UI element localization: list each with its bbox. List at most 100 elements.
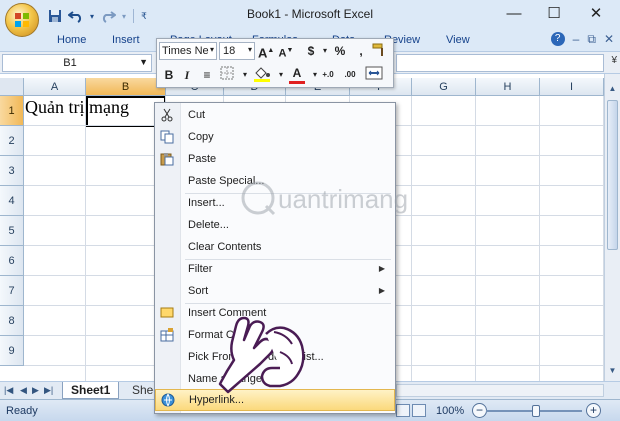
tab-insert[interactable]: Insert bbox=[112, 34, 140, 46]
menu-item-clear-contents[interactable]: Clear Contents bbox=[155, 237, 395, 259]
minimize-button[interactable]: — bbox=[496, 2, 532, 26]
ribbon-right-controls: ? – ⧉ ✕ bbox=[550, 32, 614, 47]
next-sheet-icon[interactable]: ▶ bbox=[32, 385, 39, 396]
vertical-scrollbar[interactable]: ▲ ▼ bbox=[604, 74, 620, 381]
customize-qat-icon[interactable]: ₹ bbox=[139, 7, 149, 25]
redo-icon[interactable] bbox=[99, 7, 117, 25]
center-align-icon[interactable]: ≡ bbox=[199, 66, 215, 84]
redo-dropdown-icon[interactable]: ▾ bbox=[120, 7, 128, 25]
ribbon-restore-icon[interactable]: ⧉ bbox=[587, 32, 596, 47]
normal-view-button[interactable] bbox=[396, 404, 410, 417]
undo-dropdown-icon[interactable]: ▾ bbox=[88, 7, 96, 25]
comma-style-button[interactable]: , bbox=[353, 42, 369, 60]
maximize-button[interactable]: ☐ bbox=[536, 2, 572, 26]
zoom-level[interactable]: 100% bbox=[436, 405, 464, 417]
tab-view[interactable]: View bbox=[446, 34, 470, 46]
borders-dropdown-icon[interactable]: ▾ bbox=[237, 66, 253, 84]
menu-item-label: Cut bbox=[188, 109, 206, 121]
row-header-7[interactable]: 7 bbox=[0, 276, 24, 306]
menu-item-cut[interactable]: Cut bbox=[155, 105, 395, 127]
sheet-tab-sheet1[interactable]: Sheet1 bbox=[62, 382, 120, 399]
increase-decimal-button[interactable]: +.0 bbox=[320, 66, 336, 84]
menu-item-label: Insert... bbox=[188, 197, 225, 209]
row-header-9[interactable]: 9 bbox=[0, 336, 24, 366]
menu-item-label: Filter bbox=[188, 263, 213, 275]
row-header-2[interactable]: 2 bbox=[0, 126, 24, 156]
status-ready: Ready bbox=[6, 405, 38, 417]
horizontal-scrollbar[interactable] bbox=[396, 384, 604, 397]
zoom-in-button[interactable]: + bbox=[586, 403, 601, 418]
accounting-dropdown-icon[interactable]: ▾ bbox=[317, 42, 333, 60]
vertical-scroll-thumb[interactable] bbox=[607, 100, 618, 250]
format-painter-icon[interactable] bbox=[371, 42, 387, 60]
decrease-decimal-button[interactable]: .00 bbox=[342, 66, 358, 84]
fill-color-dropdown-icon[interactable]: ▾ bbox=[273, 66, 289, 84]
scroll-down-icon[interactable]: ▼ bbox=[607, 366, 618, 378]
ribbon-close-icon[interactable]: ✕ bbox=[604, 32, 614, 47]
menu-item-insert[interactable]: Insert... bbox=[155, 193, 395, 215]
row-header-5[interactable]: 5 bbox=[0, 216, 24, 246]
italic-button[interactable]: I bbox=[179, 66, 195, 84]
font-dropdown-icon[interactable]: ▾ bbox=[210, 45, 214, 54]
font-color-icon[interactable]: A bbox=[289, 66, 305, 84]
bold-button[interactable]: B bbox=[161, 66, 177, 84]
paste-icon bbox=[159, 152, 175, 168]
zoom-out-button[interactable]: − bbox=[472, 403, 487, 418]
menu-item-delete[interactable]: Delete... bbox=[155, 215, 395, 237]
column-header-a[interactable]: A bbox=[24, 78, 86, 96]
submenu-arrow-icon: ▶ bbox=[378, 286, 385, 295]
merge-center-icon[interactable] bbox=[365, 66, 383, 84]
column-header-b[interactable]: B bbox=[86, 78, 166, 96]
row-header-8[interactable]: 8 bbox=[0, 306, 24, 336]
scroll-up-icon[interactable]: ▲ bbox=[607, 84, 618, 96]
ribbon-minimize-icon[interactable]: – bbox=[573, 32, 580, 47]
page-layout-view-button[interactable] bbox=[412, 404, 426, 417]
menu-item-paste-special[interactable]: Paste Special... bbox=[155, 171, 395, 193]
tab-home[interactable]: Home bbox=[57, 34, 86, 46]
menu-item-filter[interactable]: Filter ▶ bbox=[155, 259, 395, 281]
row-header-3[interactable]: 3 bbox=[0, 156, 24, 186]
prev-sheet-icon[interactable]: ◀ bbox=[20, 385, 27, 396]
mini-toolbar: Times Ne ▾ 18 ▾ A▲ A▼ $ ▾ % , B I ≡ ▾ ▾ … bbox=[156, 38, 394, 88]
row-header-4[interactable]: 4 bbox=[0, 186, 24, 216]
column-header-g[interactable]: G bbox=[412, 78, 476, 96]
menu-item-label: Copy bbox=[188, 131, 214, 143]
expand-formula-bar-icon[interactable]: ¥ bbox=[611, 55, 617, 66]
menu-item-copy[interactable]: Copy bbox=[155, 127, 395, 149]
menu-item-label: Sort bbox=[188, 285, 209, 297]
office-button[interactable] bbox=[5, 3, 39, 37]
row-header-6[interactable]: 6 bbox=[0, 246, 24, 276]
name-box-dropdown-icon[interactable]: ▼ bbox=[139, 57, 148, 67]
help-icon[interactable]: ? bbox=[550, 32, 565, 46]
save-icon[interactable] bbox=[46, 7, 64, 25]
column-header-h[interactable]: H bbox=[476, 78, 540, 96]
title-bar: ▾ ▾ ₹ Book1 - Microsoft Excel — ☐ ✕ bbox=[0, 0, 620, 30]
hyperlink-icon bbox=[160, 393, 176, 409]
select-all-corner[interactable] bbox=[0, 78, 24, 96]
percent-style-button[interactable]: % bbox=[332, 42, 348, 60]
name-box[interactable]: B1 ▼ bbox=[2, 54, 152, 72]
scissors-icon bbox=[159, 108, 175, 124]
column-header-i[interactable]: I bbox=[540, 78, 604, 96]
fill-color-icon[interactable] bbox=[253, 66, 271, 84]
menu-item-paste[interactable]: Paste bbox=[155, 149, 395, 171]
menu-item-label: Clear Contents bbox=[188, 241, 262, 253]
borders-icon[interactable] bbox=[219, 66, 235, 84]
menu-item-sort[interactable]: Sort ▶ bbox=[155, 281, 395, 303]
shrink-font-button[interactable]: A▼ bbox=[278, 42, 294, 60]
font-name-box[interactable]: Times Ne ▾ bbox=[159, 42, 217, 60]
column-gridline bbox=[603, 96, 604, 381]
undo-icon[interactable] bbox=[67, 7, 85, 25]
font-size-dropdown-icon[interactable]: ▾ bbox=[248, 45, 252, 54]
zoom-slider-knob[interactable] bbox=[532, 405, 540, 417]
first-sheet-icon[interactable]: |◀ bbox=[4, 385, 13, 396]
quick-access-toolbar: ▾ ▾ ₹ bbox=[46, 6, 149, 26]
close-button[interactable]: ✕ bbox=[578, 2, 614, 26]
name-box-value: B1 bbox=[63, 57, 77, 69]
font-size-box[interactable]: 18 ▾ bbox=[219, 42, 255, 60]
last-sheet-icon[interactable]: ▶| bbox=[44, 385, 53, 396]
grow-font-button[interactable]: A▲ bbox=[258, 42, 274, 60]
office-logo-icon bbox=[15, 13, 29, 27]
row-header-1[interactable]: 1 bbox=[0, 96, 24, 126]
formula-input[interactable] bbox=[396, 54, 604, 72]
